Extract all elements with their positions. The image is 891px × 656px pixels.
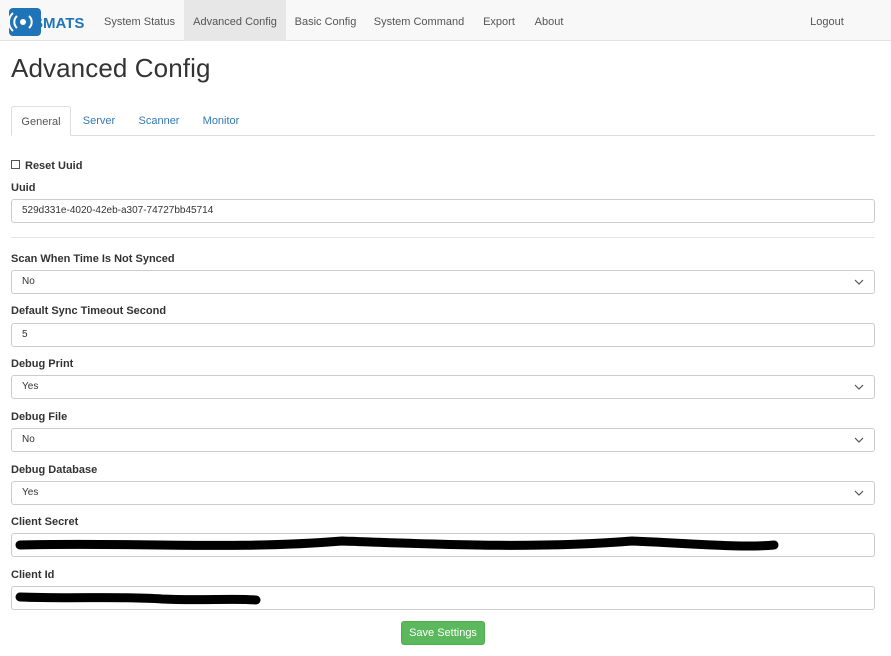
nav-advanced-config[interactable]: Advanced Config bbox=[184, 0, 286, 41]
debug-print-label: Debug Print bbox=[11, 358, 74, 370]
tab-general[interactable]: General bbox=[11, 106, 71, 136]
debug-database-label: Debug Database bbox=[11, 464, 98, 476]
debug-file-value: No bbox=[22, 434, 35, 445]
nav-system-status[interactable]: System Status bbox=[96, 0, 183, 41]
section-divider bbox=[11, 237, 875, 238]
debug-database-value: Yes bbox=[22, 487, 39, 498]
tab-scanner[interactable]: Scanner bbox=[131, 106, 187, 136]
client-id-input[interactable] bbox=[11, 586, 875, 610]
default-sync-timeout-input[interactable]: 5 bbox=[11, 323, 875, 347]
chevron-down-icon bbox=[854, 279, 864, 285]
debug-file-label: Debug File bbox=[11, 411, 68, 423]
nav-system-command[interactable]: System Command bbox=[365, 0, 473, 41]
page-title: Advanced Config bbox=[11, 53, 211, 83]
nav-about[interactable]: About bbox=[525, 0, 573, 41]
tab-server[interactable]: Server bbox=[75, 106, 123, 136]
debug-print-value: Yes bbox=[22, 381, 39, 392]
reset-uuid-label: Reset Uuid bbox=[25, 160, 83, 172]
smats-logo[interactable]: SMATS bbox=[9, 8, 85, 36]
debug-database-select[interactable]: Yes bbox=[11, 481, 875, 505]
client-secret-label: Client Secret bbox=[11, 516, 79, 528]
default-sync-timeout-label: Default Sync Timeout Second bbox=[11, 305, 167, 317]
client-id-label: Client Id bbox=[11, 569, 55, 581]
tab-monitor[interactable]: Monitor bbox=[195, 106, 247, 136]
debug-print-select[interactable]: Yes bbox=[11, 375, 875, 399]
save-settings-button[interactable]: Save Settings bbox=[401, 621, 485, 645]
redaction-mark bbox=[15, 536, 779, 551]
svg-text:SMATS: SMATS bbox=[33, 15, 84, 32]
uuid-input[interactable]: 529d331e-4020-42eb-a307-74727bb45714 bbox=[11, 199, 875, 223]
nav-basic-config[interactable]: Basic Config bbox=[286, 0, 365, 41]
debug-file-select[interactable]: No bbox=[11, 428, 875, 452]
scan-when-not-synced-label: Scan When Time Is Not Synced bbox=[11, 253, 175, 265]
reset-uuid-checkbox[interactable] bbox=[11, 160, 20, 169]
top-navbar: SMATS System Status Advanced Config Basi… bbox=[0, 0, 891, 41]
nav-logout[interactable]: Logout bbox=[797, 0, 857, 41]
scan-when-not-synced-value: No bbox=[22, 276, 35, 287]
client-secret-input[interactable] bbox=[11, 533, 875, 557]
chevron-down-icon bbox=[854, 437, 864, 443]
uuid-label: Uuid bbox=[11, 182, 36, 194]
smats-logo-icon: SMATS bbox=[9, 8, 84, 36]
nav-export[interactable]: Export bbox=[473, 0, 525, 41]
scan-when-not-synced-select[interactable]: No bbox=[11, 270, 875, 294]
redaction-mark bbox=[15, 592, 261, 605]
chevron-down-icon bbox=[854, 384, 864, 390]
chevron-down-icon bbox=[854, 490, 864, 496]
